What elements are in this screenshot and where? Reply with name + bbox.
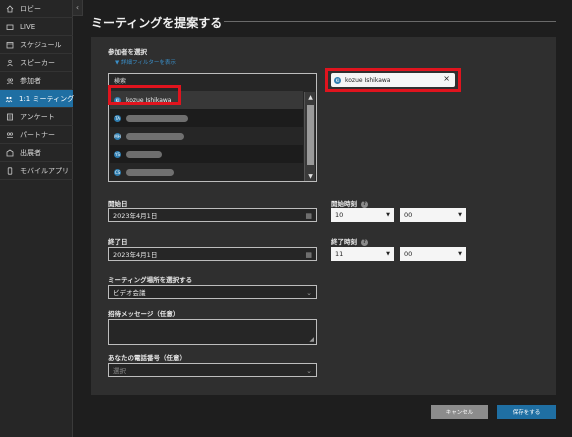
sidebar-item-label: スケジュール xyxy=(20,40,62,49)
end-date-label: 終了日 xyxy=(108,238,128,246)
sidebar-item-label: アンケート xyxy=(20,112,55,121)
chevron-down-icon: ⌄ xyxy=(306,289,312,297)
save-button[interactable]: 保存をする xyxy=(497,405,556,419)
resize-handle-icon[interactable]: ◢ xyxy=(309,336,314,343)
sidebar-item-partners[interactable]: パートナー xyxy=(0,126,73,144)
list-scrollbar[interactable]: ▲ ▼ xyxy=(304,92,315,181)
location-label: ミーティング場所を選択する xyxy=(108,276,193,284)
survey-icon xyxy=(5,112,14,121)
message-label: 招待メッセージ（任意） xyxy=(108,310,180,318)
info-icon: ? xyxy=(361,238,368,246)
sidebar-item-survey[interactable]: アンケート xyxy=(0,108,73,126)
end-hour-select[interactable]: 11 ▼ xyxy=(331,247,394,261)
phone-select[interactable]: 選択 ⌄ xyxy=(108,363,317,377)
start-time-label-text: 開始時刻 xyxy=(331,200,357,208)
search-label: 検索 xyxy=(114,78,127,85)
meeting-icon xyxy=(5,94,13,103)
phone-placeholder: 選択 xyxy=(113,367,126,375)
chevron-left-icon: ‹ xyxy=(75,3,80,12)
end-date-input[interactable]: 2023年4月1日 ▦ xyxy=(108,247,317,261)
end-time-label: 終了時刻? xyxy=(331,236,368,246)
home-icon xyxy=(5,4,14,13)
sidebar-item-label: パートナー xyxy=(20,130,55,139)
participants-icon xyxy=(5,76,14,85)
sidebar-item-exhibitors[interactable]: 出展者 xyxy=(0,144,73,162)
start-hour-value: 10 xyxy=(335,211,344,219)
sidebar-item-label: 1:1 ミーティング xyxy=(19,94,75,103)
live-icon xyxy=(5,22,14,31)
end-minute-value: 00 xyxy=(404,250,413,258)
redacted-name xyxy=(126,150,162,158)
start-minute-value: 00 xyxy=(404,211,413,219)
calendar-icon xyxy=(5,40,14,49)
chevron-down-icon: ▼ xyxy=(386,251,390,257)
advanced-filter-link[interactable]: ▼ 詳細フィルターを表示 xyxy=(115,58,176,66)
scroll-down-icon[interactable]: ▼ xyxy=(305,171,316,181)
sidebar-item-speakers[interactable]: スピーカー xyxy=(0,54,73,72)
highlight-box xyxy=(325,68,461,92)
sidebar-item-label: LIVE xyxy=(20,22,36,31)
cancel-button[interactable]: キャンセル xyxy=(431,405,488,419)
scrollbar-thumb[interactable] xyxy=(307,105,314,165)
sidebar-item-live[interactable]: LIVE xyxy=(0,18,73,36)
start-date-value: 2023年4月1日 xyxy=(113,212,158,220)
calendar-icon[interactable]: ▦ xyxy=(305,251,312,259)
partner-icon xyxy=(5,130,14,139)
location-select[interactable]: ビデオ会議 ⌄ xyxy=(108,285,317,299)
highlight-box xyxy=(108,85,181,105)
avatar: TA xyxy=(114,114,121,122)
end-hour-value: 11 xyxy=(335,250,344,258)
redacted-name xyxy=(126,168,174,176)
start-hour-select[interactable]: 10 ▼ xyxy=(331,208,394,222)
sidebar-item-schedule[interactable]: スケジュール xyxy=(0,36,73,54)
start-date-input[interactable]: 2023年4月1日 ▦ xyxy=(108,208,317,222)
page-title: ミーティングを提案する xyxy=(91,16,223,30)
end-minute-select[interactable]: 00 ▼ xyxy=(400,247,466,261)
end-date-value: 2023年4月1日 xyxy=(113,251,158,259)
title-divider xyxy=(224,21,556,22)
calendar-icon[interactable]: ▦ xyxy=(305,212,312,220)
location-value: ビデオ会議 xyxy=(113,289,146,297)
list-item[interactable]: YS xyxy=(110,145,303,163)
sidebar-collapse-button[interactable]: ‹ xyxy=(73,0,83,16)
info-icon: ? xyxy=(361,200,368,208)
chevron-down-icon: ▼ xyxy=(386,212,390,218)
sidebar-item-label: スピーカー xyxy=(20,58,55,67)
sidebar-item-label: 出展者 xyxy=(20,148,41,157)
mobile-icon xyxy=(5,166,14,175)
avatar: MH xyxy=(114,132,121,140)
redacted-name xyxy=(126,132,184,140)
scroll-up-icon[interactable]: ▲ xyxy=(305,92,316,102)
start-date-label: 開始日 xyxy=(108,200,128,208)
chevron-down-icon: ▼ xyxy=(458,251,462,257)
message-textarea[interactable]: ◢ xyxy=(108,319,317,345)
end-time-label-text: 終了時刻 xyxy=(331,238,357,246)
chevron-down-icon: ▼ xyxy=(458,212,462,218)
start-minute-select[interactable]: 00 ▼ xyxy=(400,208,466,222)
avatar: YS xyxy=(114,150,121,158)
sidebar-item-one-on-one[interactable]: 1:1 ミーティング xyxy=(0,90,75,108)
list-item[interactable]: MH xyxy=(110,127,303,145)
redacted-name xyxy=(126,114,188,122)
sidebar-item-label: 参加者 xyxy=(20,76,41,85)
start-time-label: 開始時刻? xyxy=(331,198,368,208)
phone-label: あなたの電話番号（任意） xyxy=(108,354,186,362)
sidebar-item-participants[interactable]: 参加者 xyxy=(0,72,73,90)
sidebar: ロビー LIVE スケジュール スピーカー 参加者 1:1 ミーティング アンケ… xyxy=(0,0,75,437)
sidebar-item-lobby[interactable]: ロビー xyxy=(0,0,73,18)
sidebar-item-label: モバイルアプリ xyxy=(20,166,69,175)
list-item[interactable]: TA xyxy=(110,109,303,127)
sidebar-item-mobile-app[interactable]: モバイルアプリ xyxy=(0,162,73,180)
avatar: CS xyxy=(114,168,121,176)
exhibitor-icon xyxy=(5,148,14,157)
speaker-icon xyxy=(5,58,14,67)
list-item[interactable]: CS xyxy=(110,163,303,181)
participants-label: 参加者を選択 xyxy=(108,48,147,56)
chevron-down-icon: ⌄ xyxy=(306,367,312,375)
sidebar-item-label: ロビー xyxy=(20,4,41,13)
